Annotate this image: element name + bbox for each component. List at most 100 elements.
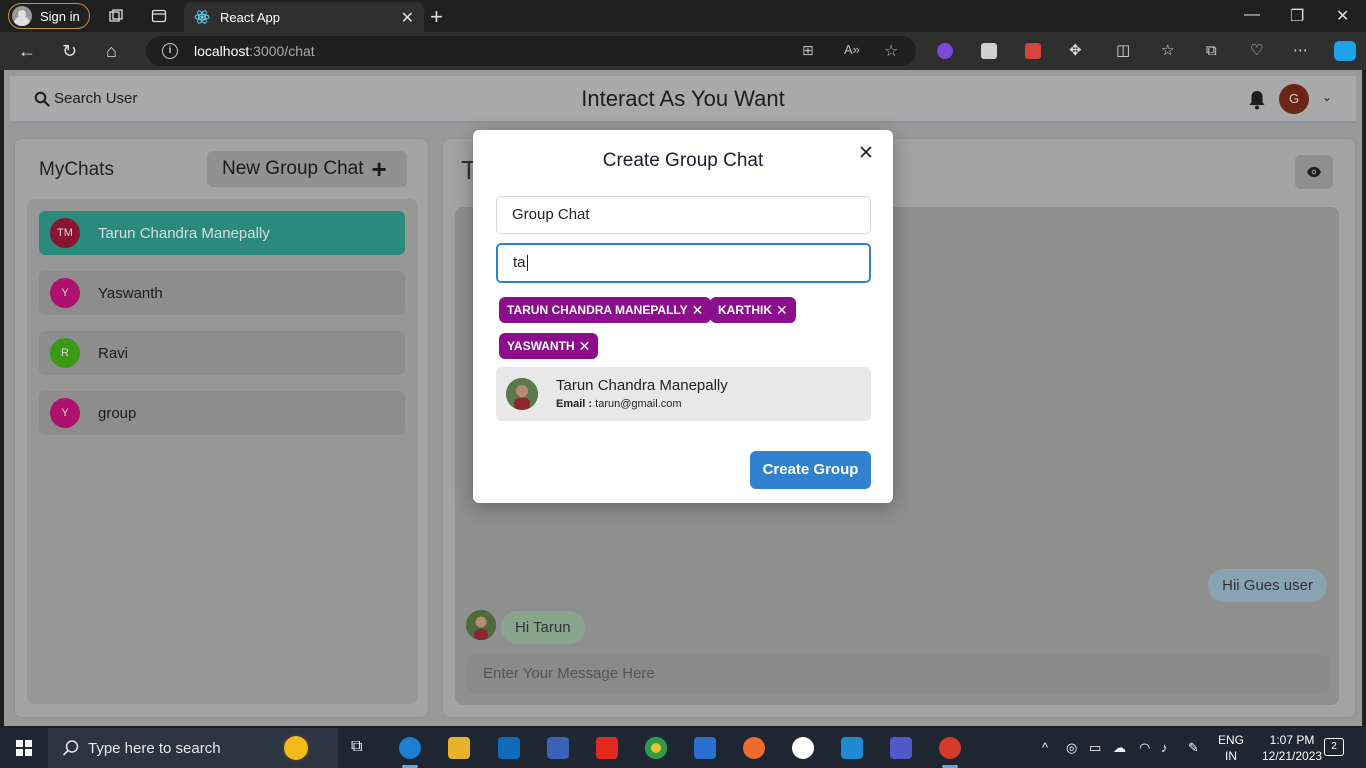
app-icon[interactable] — [694, 737, 716, 759]
tray-app-icon[interactable]: ◎ — [1066, 740, 1077, 756]
url-path: :3000/chat — [249, 43, 315, 59]
performance-icon[interactable]: ♡ — [1250, 41, 1263, 61]
chat-item-name: group — [98, 404, 137, 422]
wifi-icon[interactable]: ◠ — [1139, 740, 1150, 756]
refresh-icon[interactable]: ↻ — [62, 41, 77, 61]
chevron-up-icon[interactable]: ^ — [1042, 740, 1048, 755]
extensions-puzzle-icon[interactable]: ✥ — [1069, 41, 1082, 61]
chrome-icon[interactable] — [645, 737, 667, 759]
view-profile-button[interactable] — [1295, 155, 1333, 189]
email-label: Email : — [556, 398, 593, 410]
remove-icon[interactable]: ✕ — [579, 338, 591, 355]
task-view-icon[interactable]: ⧉ — [351, 738, 362, 756]
my-chats-panel: MyChats New Group Chat + TM Tarun Chandr… — [14, 138, 429, 718]
extension-icon[interactable] — [981, 43, 997, 59]
chat-item-ravi[interactable]: R Ravi — [39, 331, 405, 375]
home-icon[interactable]: ⌂ — [106, 41, 117, 61]
user-avatar[interactable]: G — [1279, 84, 1309, 114]
remove-icon[interactable]: ✕ — [776, 302, 788, 319]
chat-item-name: Tarun Chandra Manepally — [98, 224, 270, 242]
chat-list: TM Tarun Chandra Manepally Y Yaswanth R … — [27, 199, 418, 704]
create-group-modal: Create Group Chat Group Chat ta TARUN CH… — [473, 130, 893, 503]
mongodb-icon[interactable] — [792, 737, 814, 759]
add-users-input[interactable]: ta — [496, 243, 871, 283]
remove-icon[interactable]: ✕ — [692, 302, 704, 319]
workspaces-icon[interactable] — [108, 8, 124, 24]
file-explorer-icon[interactable] — [448, 737, 470, 759]
back-icon[interactable]: ← — [18, 41, 36, 61]
windows-start-icon[interactable] — [16, 740, 32, 756]
volume-icon[interactable]: ♪ — [1161, 740, 1168, 755]
favorite-star-icon[interactable]: ☆ — [884, 41, 898, 61]
react-icon — [194, 10, 210, 24]
email-value: tarun@gmail.com — [595, 398, 682, 410]
sign-in-button[interactable]: Sign in — [8, 3, 90, 29]
edge-app-icon[interactable] — [399, 737, 421, 759]
modal-title: Create Group Chat — [602, 150, 764, 171]
chat-item-group[interactable]: Y group — [39, 391, 405, 435]
search-result-item[interactable]: Tarun Chandra Manepally Email : tarun@gm… — [496, 367, 871, 421]
notification-icon[interactable]: 2 — [1324, 738, 1344, 756]
extension-icon[interactable] — [1025, 43, 1041, 59]
chevron-down-icon[interactable]: ⌄ — [1322, 90, 1332, 104]
message-input[interactable]: Enter Your Message Here — [467, 655, 1329, 693]
badge-label: TARUN CHANDRA MANEPALLY — [507, 303, 688, 317]
avatar — [506, 378, 538, 410]
search-icon — [62, 740, 79, 756]
copilot-icon[interactable] — [1334, 41, 1356, 61]
menu-dots-icon[interactable]: ⋯ — [1293, 41, 1308, 61]
close-window-icon[interactable]: ✕ — [1336, 6, 1349, 26]
avatar: Y — [50, 398, 80, 428]
bell-icon[interactable] — [1248, 90, 1266, 110]
postman-icon[interactable] — [743, 737, 765, 759]
tab-title: React App — [220, 9, 280, 25]
address-input[interactable]: i localhost :3000/chat ⊞ A» ☆ — [146, 36, 916, 66]
new-tab-icon[interactable]: + — [430, 4, 443, 30]
site-info-icon[interactable]: i — [162, 43, 178, 59]
selected-user-badge: KARTHIK ✕ — [710, 297, 796, 323]
close-icon[interactable] — [858, 144, 874, 160]
plus-icon: + — [371, 154, 387, 184]
weather-icon[interactable] — [284, 736, 308, 760]
chat-item-yaswanth[interactable]: Y Yaswanth — [39, 271, 405, 315]
youtube-icon[interactable] — [596, 737, 618, 759]
vscode-icon[interactable] — [841, 737, 863, 759]
message-bubble-sent: Hii Gues user — [1208, 569, 1327, 602]
favorites-icon[interactable]: ☆ — [1161, 41, 1174, 61]
sign-in-label: Sign in — [40, 8, 80, 24]
clock[interactable]: 1:07 PM 12/21/2023 — [1262, 732, 1322, 764]
outlook-icon[interactable] — [498, 737, 520, 759]
cloud-icon[interactable]: ☁ — [1113, 740, 1126, 756]
battery-icon[interactable]: ▭ — [1089, 740, 1101, 756]
profile-icon — [12, 6, 32, 26]
browser-tab-react-app[interactable]: React App ✕ — [184, 2, 424, 32]
language-indicator[interactable]: ENG IN — [1218, 732, 1244, 764]
app-icon[interactable] — [939, 737, 961, 759]
extension-icon[interactable] — [937, 43, 953, 59]
split-screen-icon[interactable]: ◫ — [1116, 41, 1130, 61]
tab-actions-icon[interactable] — [151, 8, 167, 24]
browser-tab-bar: Sign in React App ✕ + — ❐ ✕ — [0, 0, 1366, 32]
selected-user-badge: TARUN CHANDRA MANEPALLY ✕ — [499, 297, 712, 323]
app-available-icon[interactable]: ⊞ — [802, 42, 814, 59]
teams-icon[interactable] — [890, 737, 912, 759]
group-name-input[interactable]: Group Chat — [496, 196, 871, 234]
app-header: Search User Interact As You Want G ⌄ — [10, 76, 1356, 124]
create-group-button[interactable]: Create Group — [750, 451, 871, 489]
app-icon[interactable] — [547, 737, 569, 759]
app-title: Interact As You Want — [581, 86, 785, 111]
clock-date: 12/21/2023 — [1262, 749, 1323, 763]
region-code: IN — [1225, 749, 1237, 763]
chat-item-tarun[interactable]: TM Tarun Chandra Manepally — [39, 211, 405, 255]
message-bubble-received: Hi Tarun — [501, 611, 585, 644]
notification-count: 2 — [1331, 741, 1337, 752]
minimize-icon[interactable]: — — [1244, 6, 1260, 24]
new-group-chat-label: New Group Chat — [222, 158, 364, 179]
pen-icon[interactable]: ✎ — [1188, 740, 1199, 756]
restore-icon[interactable]: ❐ — [1290, 6, 1304, 26]
new-group-chat-button[interactable]: New Group Chat + — [207, 151, 407, 187]
close-tab-icon[interactable]: ✕ — [401, 8, 414, 28]
collections-icon[interactable]: ⧉ — [1206, 41, 1217, 61]
badge-label: YASWANTH — [507, 339, 575, 353]
read-aloud-icon[interactable]: A» — [844, 42, 860, 57]
